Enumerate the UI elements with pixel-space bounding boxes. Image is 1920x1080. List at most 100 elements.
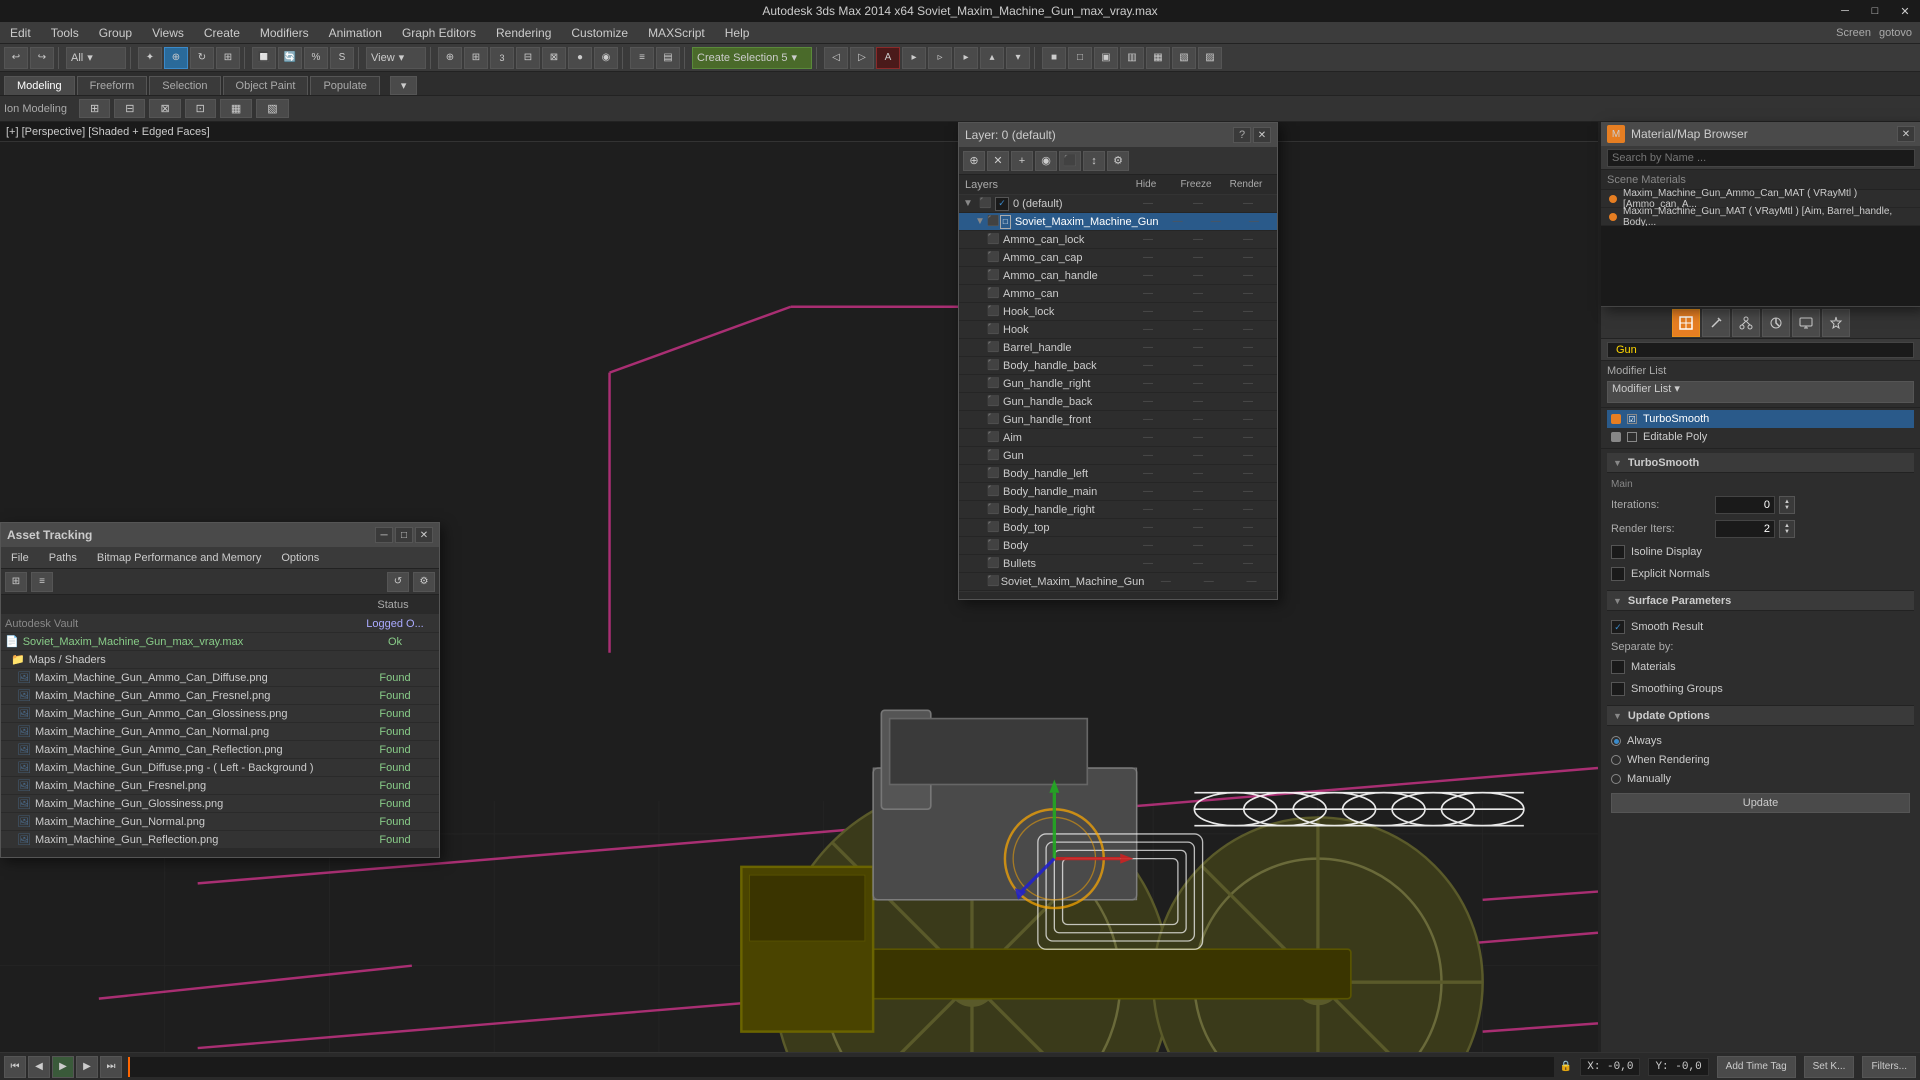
window-controls[interactable]: ─ □ ✕ bbox=[1830, 0, 1920, 22]
cmd-display-icon[interactable] bbox=[1792, 309, 1820, 337]
play-btn[interactable]: ▶ bbox=[52, 1056, 74, 1078]
tab-freeform[interactable]: Freeform bbox=[77, 76, 148, 95]
asset-menu-options[interactable]: Options bbox=[271, 547, 329, 568]
render-iters-input[interactable] bbox=[1715, 520, 1775, 538]
asset-row-7[interactable]: 🖼 Maxim_Machine_Gun_Fresnel.png Found bbox=[1, 777, 439, 795]
anim-set-btn[interactable]: ▸ bbox=[902, 47, 926, 69]
render6-btn[interactable]: ▥ bbox=[1120, 47, 1144, 69]
mat-panel-header[interactable]: M Material/Map Browser ✕ bbox=[1601, 122, 1920, 146]
asset-row-1[interactable]: 🖼 Maxim_Machine_Gun_Ammo_Can_Diffuse.png… bbox=[1, 669, 439, 687]
asset-row-vault[interactable]: Autodesk Vault Logged O... bbox=[1, 615, 439, 633]
asset-row-4[interactable]: 🖼 Maxim_Machine_Gun_Ammo_Can_Normal.png … bbox=[1, 723, 439, 741]
next-frame-btn[interactable]: ▶ bbox=[76, 1056, 98, 1078]
layer-gun-handle-back[interactable]: ⬛ Gun_handle_back — — — bbox=[959, 393, 1277, 411]
layer-gun-handle-right[interactable]: ⬛ Gun_handle_right — — — bbox=[959, 375, 1277, 393]
menu-modifiers[interactable]: Modifiers bbox=[250, 22, 319, 43]
st-btn-4[interactable]: ⊡ bbox=[185, 99, 216, 118]
menu-tools[interactable]: Tools bbox=[41, 22, 89, 43]
render9-btn[interactable]: ▨ bbox=[1198, 47, 1222, 69]
3d-snap-btn[interactable]: 3 bbox=[490, 47, 514, 69]
menu-rendering[interactable]: Rendering bbox=[486, 22, 561, 43]
menu-create[interactable]: Create bbox=[194, 22, 250, 43]
modifier-turbosmooth[interactable]: ☑ TurboSmooth bbox=[1607, 410, 1914, 428]
iterations-spinner[interactable]: ▲ ▼ bbox=[1779, 496, 1795, 514]
surface-params-rollout[interactable]: Surface Parameters bbox=[1607, 591, 1914, 611]
tab-populate[interactable]: Populate bbox=[310, 76, 379, 95]
asset-maximize-btn[interactable]: □ bbox=[395, 527, 413, 543]
anim3-btn[interactable]: ▸ bbox=[954, 47, 978, 69]
render-btn[interactable]: ● bbox=[568, 47, 592, 69]
render4-btn[interactable]: □ bbox=[1068, 47, 1092, 69]
anim5-btn[interactable]: ▾ bbox=[1006, 47, 1030, 69]
menu-customize[interactable]: Customize bbox=[561, 22, 638, 43]
layer-ammo-cap[interactable]: ⬛ Ammo_can_cap — — — bbox=[959, 249, 1277, 267]
layer-btn[interactable]: ▤ bbox=[656, 47, 680, 69]
layer-check-soviet[interactable]: □ bbox=[1000, 215, 1011, 229]
st-btn-3[interactable]: ⊠ bbox=[149, 99, 180, 118]
update-button[interactable]: Update bbox=[1611, 793, 1910, 813]
asset-row-5[interactable]: 🖼 Maxim_Machine_Gun_Ammo_Can_Reflection.… bbox=[1, 741, 439, 759]
cmd-motion-icon[interactable] bbox=[1762, 309, 1790, 337]
mat-item-2[interactable]: Maxim_Machine_Gun_MAT ( VRayMtl ) [Aim, … bbox=[1601, 208, 1920, 226]
st-btn-5[interactable]: ▦ bbox=[220, 99, 252, 118]
prev-frame-btn[interactable]: ◀ bbox=[28, 1056, 50, 1078]
select-btn[interactable]: ✦ bbox=[138, 47, 162, 69]
array-btn[interactable]: ⊠ bbox=[542, 47, 566, 69]
layer-close-btn[interactable]: ✕ bbox=[1253, 127, 1271, 143]
isoline-checkbox[interactable] bbox=[1611, 545, 1625, 559]
layer-hook-lock[interactable]: ⬛ Hook_lock — — — bbox=[959, 303, 1277, 321]
close-button[interactable]: ✕ bbox=[1890, 0, 1920, 22]
st-btn-2[interactable]: ⊟ bbox=[114, 99, 145, 118]
name-sel-btn[interactable]: ≡ bbox=[630, 47, 654, 69]
track-view-btn[interactable]: ◁ bbox=[824, 47, 848, 69]
asset-row-9[interactable]: 🖼 Maxim_Machine_Gun_Normal.png Found bbox=[1, 813, 439, 831]
smooth-result-checkbox[interactable]: ✓ bbox=[1611, 620, 1625, 634]
layer-body-top[interactable]: ⬛ Body_top — — — bbox=[959, 519, 1277, 537]
percent-snap[interactable]: % bbox=[304, 47, 328, 69]
mod-checkbox-ep[interactable] bbox=[1627, 432, 1637, 442]
asset-row-6[interactable]: 🖼 Maxim_Machine_Gun_Diffuse.png - ( Left… bbox=[1, 759, 439, 777]
menu-edit[interactable]: Edit bbox=[0, 22, 41, 43]
asset-row-file[interactable]: 📄 Soviet_Maxim_Machine_Gun_max_vray.max … bbox=[1, 633, 439, 651]
layer-ammo-lock[interactable]: ⬛ Ammo_can_lock — — — bbox=[959, 231, 1277, 249]
mod-checkbox-ts[interactable]: ☑ bbox=[1627, 414, 1637, 424]
select-move-btn[interactable]: ⊕ bbox=[164, 47, 188, 69]
asset-panel-header[interactable]: Asset Tracking ─ □ ✕ bbox=[1, 523, 439, 547]
render8-btn[interactable]: ▧ bbox=[1172, 47, 1196, 69]
goto-end-btn[interactable]: ⏭ bbox=[100, 1056, 122, 1078]
mirror-btn[interactable]: ⊟ bbox=[516, 47, 540, 69]
layer-soviet-machine-gun[interactable]: ⬛ Soviet_Maxim_Machine_Gun — — — bbox=[959, 573, 1277, 591]
layer-item-soviet[interactable]: ▼ ⬛ □ Soviet_Maxim_Machine_Gun — — — bbox=[959, 213, 1277, 231]
create-selection-dropdown[interactable]: Create Selection 5▾ bbox=[692, 47, 812, 69]
smoothing-groups-checkbox[interactable] bbox=[1611, 682, 1625, 696]
redo-button[interactable]: ↪ bbox=[30, 47, 54, 69]
layer-body-handle-main[interactable]: ⬛ Body_handle_main — — — bbox=[959, 483, 1277, 501]
spinner-snap[interactable]: S bbox=[330, 47, 354, 69]
set-key-btn2[interactable]: Set K... bbox=[1804, 1056, 1855, 1078]
layer-item-0[interactable]: ▼ ⬛ ✓ 0 (default) — — — bbox=[959, 195, 1277, 213]
layer-hook[interactable]: ⬛ Hook — — — bbox=[959, 321, 1277, 339]
viewport-header[interactable]: [+] [Perspective] [Shaded + Edged Faces] bbox=[0, 122, 1598, 142]
asset-row-8[interactable]: 🖼 Maxim_Machine_Gun_Glossiness.png Found bbox=[1, 795, 439, 813]
menu-graph-editors[interactable]: Graph Editors bbox=[392, 22, 486, 43]
materials-checkbox[interactable] bbox=[1611, 660, 1625, 674]
asset-maps-folder[interactable]: 📁 Maps / Shaders bbox=[1, 651, 439, 669]
undo-button[interactable]: ↩ bbox=[4, 47, 28, 69]
tab-object-paint[interactable]: Object Paint bbox=[223, 76, 309, 95]
render5-btn[interactable]: ▣ bbox=[1094, 47, 1118, 69]
render7-btn[interactable]: ▦ bbox=[1146, 47, 1170, 69]
set-key-btn[interactable]: ▷ bbox=[850, 47, 874, 69]
st-btn-1[interactable]: ⊞ bbox=[79, 99, 110, 118]
filters-btn[interactable]: Filters... bbox=[1862, 1056, 1916, 1078]
asset-row-10[interactable]: 🖼 Maxim_Machine_Gun_Reflection.png Found bbox=[1, 831, 439, 849]
goto-start-btn[interactable]: ⏮ bbox=[4, 1056, 26, 1078]
manually-radio[interactable] bbox=[1611, 774, 1621, 784]
render3-btn[interactable]: ■ bbox=[1042, 47, 1066, 69]
layer-settings-btn[interactable]: ⚙ bbox=[1107, 151, 1129, 171]
layer-highlight-btn[interactable]: ⬛ bbox=[1059, 151, 1081, 171]
angle-snap[interactable]: 🔄 bbox=[278, 47, 302, 69]
menu-views[interactable]: Views bbox=[142, 22, 194, 43]
menu-maxscript[interactable]: MAXScript bbox=[638, 22, 715, 43]
st-btn-6[interactable]: ▧ bbox=[256, 99, 288, 118]
asset-row-3[interactable]: 🖼 Maxim_Machine_Gun_Ammo_Can_Glossiness.… bbox=[1, 705, 439, 723]
